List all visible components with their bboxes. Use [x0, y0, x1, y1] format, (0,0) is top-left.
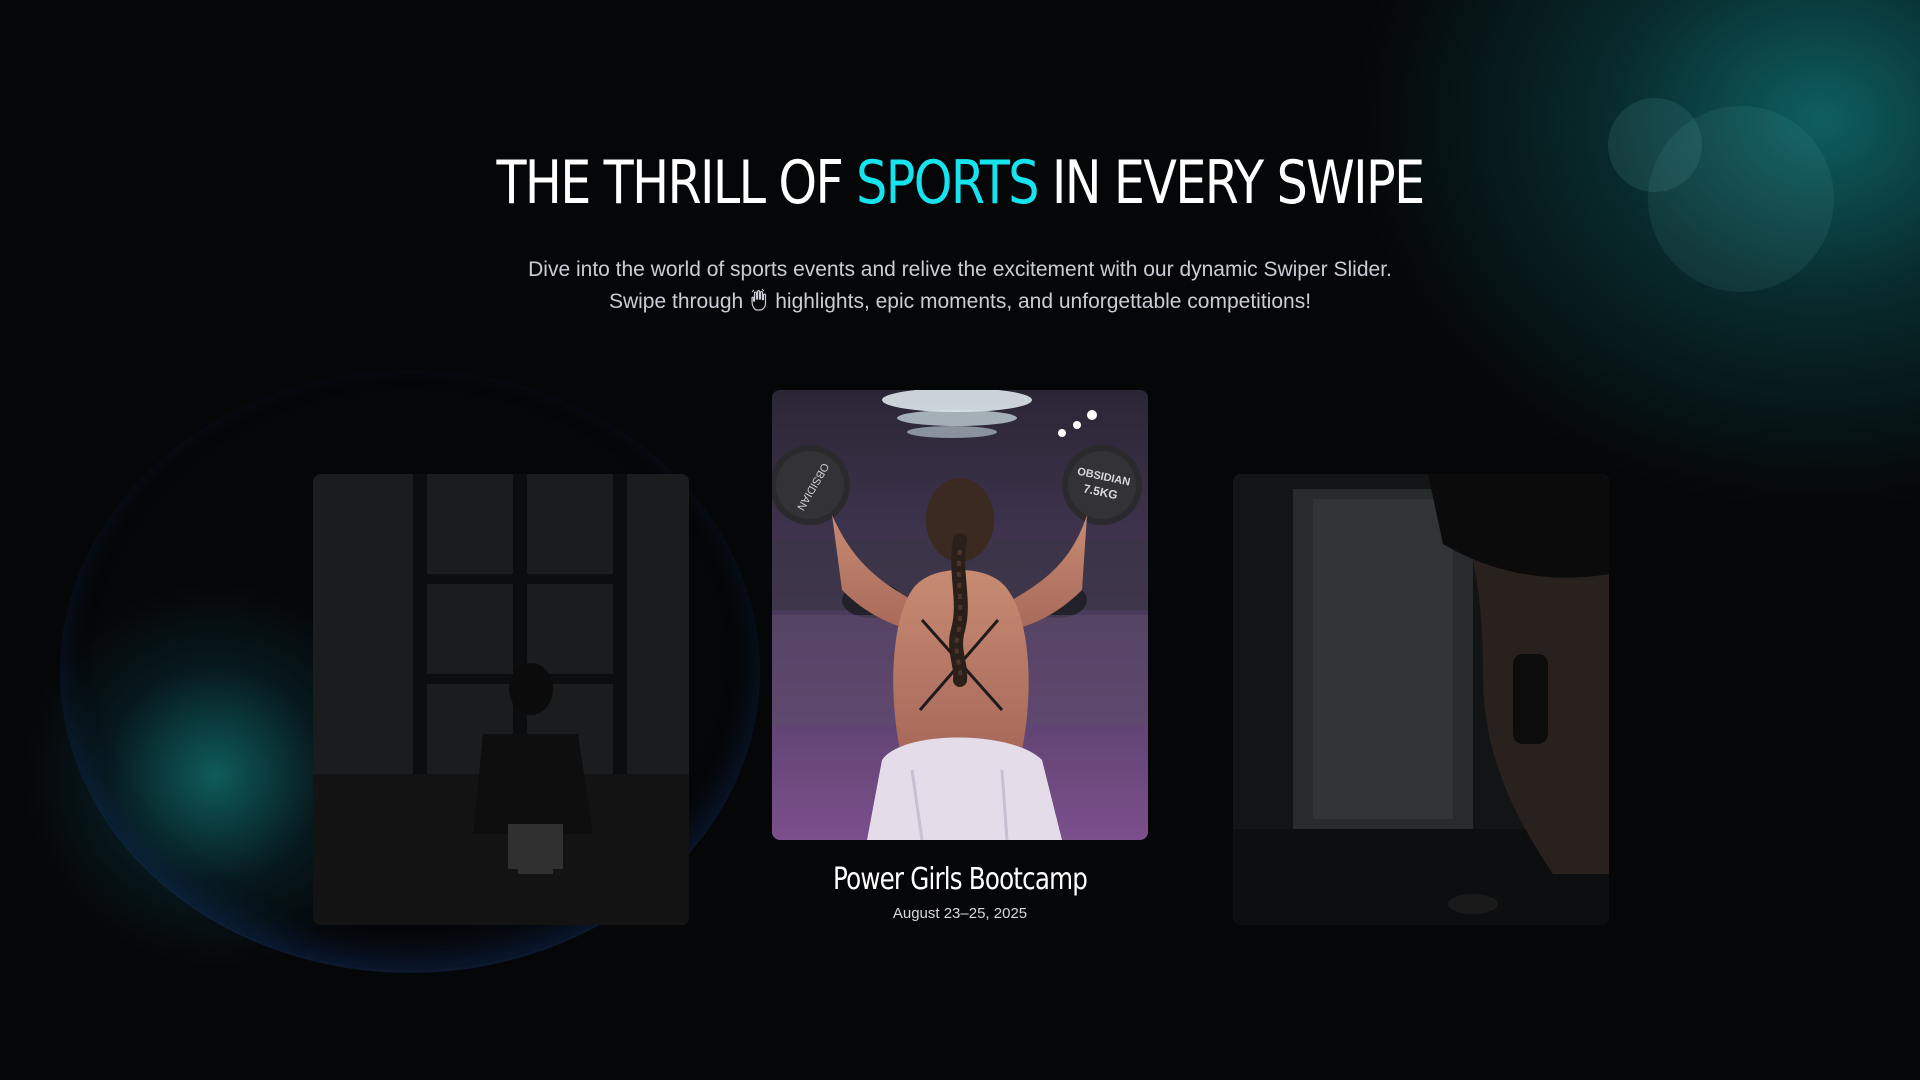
slide-dim-overlay [313, 474, 689, 925]
slide-active[interactable]: OBSIDIAN OBSIDIAN 7.5KG [772, 390, 1148, 840]
slide-next[interactable] [1233, 474, 1609, 925]
subtitle-line-2-end: highlights, epic moments, and unforgetta… [775, 290, 1312, 313]
page-subtitle: Dive into the world of sports events and… [0, 254, 1920, 318]
slide-active-image: OBSIDIAN OBSIDIAN 7.5KG [772, 390, 1148, 840]
slide-date: August 23–25, 2025 [892, 905, 1028, 922]
slide-dim-overlay [1233, 474, 1609, 925]
title-text-end: IN EVERY SWIPE [1037, 148, 1425, 218]
subtitle-line-1: Dive into the world of sports events and… [528, 258, 1392, 281]
title-text-start: THE THRILL OF [496, 148, 857, 218]
swipe-hand-icon [749, 288, 769, 312]
page-title: THE THRILL OF SPORTS IN EVERY SWIPE [173, 150, 1747, 216]
title-accent: SPORTS [856, 148, 1039, 218]
slide-previous[interactable] [313, 474, 689, 925]
subtitle-line-2: Swipe through highlights, epic moments, a… [0, 286, 1920, 318]
subtitle-line-2-start: Swipe through [608, 290, 744, 313]
slide-title: Power Girls Bootcamp [832, 862, 1088, 897]
hero-section: THE THRILL OF SPORTS IN EVERY SWIPE Dive… [0, 0, 1920, 1080]
